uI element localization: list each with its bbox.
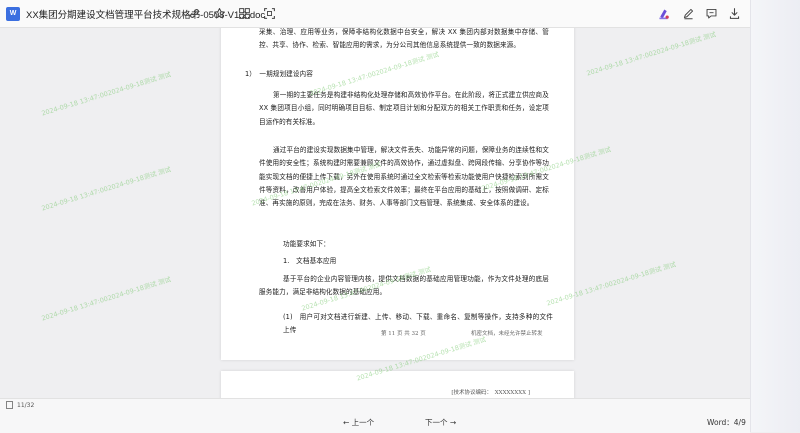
document-page: 采集、治理、应用等业务，保障非结构化数据中台安全，解决 XX 集团内部对数据集中…: [221, 28, 574, 360]
grid-icon[interactable]: [237, 6, 251, 20]
top-bar: W XX集团分期建设文档管理平台技术规格书-0508-V1.2.doc: [0, 0, 750, 28]
star-icon[interactable]: [212, 6, 226, 20]
comment-icon[interactable]: [704, 6, 718, 20]
page-icon: [6, 401, 13, 409]
watermark: 2024-09-18 13:47:002024-09-18测试 测试: [585, 30, 717, 78]
word-match-count: Word：4/9: [707, 418, 746, 427]
section-heading: 1. 文档基本应用: [283, 257, 337, 265]
document-title: XX集团分期建设文档管理平台技术规格书-0508-V1.2.doc: [26, 9, 266, 21]
paragraph: 功能要求如下：: [283, 240, 330, 248]
pen-icon[interactable]: [681, 6, 695, 20]
color-fill-icon[interactable]: [656, 6, 670, 20]
page-indicator-text: 11/32: [17, 401, 35, 409]
document-viewer[interactable]: 采集、治理、应用等业务，保障非结构化数据中台安全，解决 XX 集团内部对数据集中…: [0, 28, 750, 398]
word-file-icon: W: [6, 6, 20, 21]
scan-icon[interactable]: [262, 6, 276, 20]
paragraph: 通过平台的建设实现数据集中管理，解决文件丢失、功能异常的问题，保障业务的连续性和…: [259, 146, 549, 208]
side-panel: [750, 0, 800, 432]
download-icon[interactable]: [727, 6, 741, 20]
document-page: [技术协议编码： XXXXXXXX ]: [221, 371, 574, 398]
watermark: 2024-09-18 13:47:002024-09-18测试 测试: [40, 165, 172, 213]
page-number: 第 11 页 共 32 页: [381, 331, 426, 337]
section-heading: 1） 一期规划建设内容: [245, 70, 313, 78]
watermark: 2024-09-18 13:47:002024-09-18测试 测试: [40, 275, 172, 323]
previous-button[interactable]: ← 上一个: [343, 417, 374, 428]
watermark: 2024-09-18 13:47:002024-09-18测试 测试: [40, 70, 172, 118]
paragraph: 基于平台的企业内容管理内核，提供文档数据的基础应用管理功能，作为文件处理的底层服…: [259, 275, 549, 297]
tech-protocol-code: [技术协议编码： XXXXXXXX ]: [451, 390, 530, 396]
paragraph: 采集、治理、应用等业务，保障非结构化数据中台安全，解决 XX 集团内部对数据集中…: [259, 28, 549, 50]
next-button[interactable]: 下一个 →: [425, 417, 456, 428]
confidential-note: 机密文档，未经允许禁止转发: [471, 331, 543, 337]
link-icon[interactable]: [187, 6, 201, 20]
bottom-bar: 11/32 ← 上一个 下一个 → Word：4/9: [0, 398, 750, 433]
page-indicator: 11/32: [6, 401, 34, 409]
paragraph: 第一期的主要任务是构建非结构化处理存储和高效协作平台。在此阶段，将正式建立供应商…: [259, 91, 549, 126]
